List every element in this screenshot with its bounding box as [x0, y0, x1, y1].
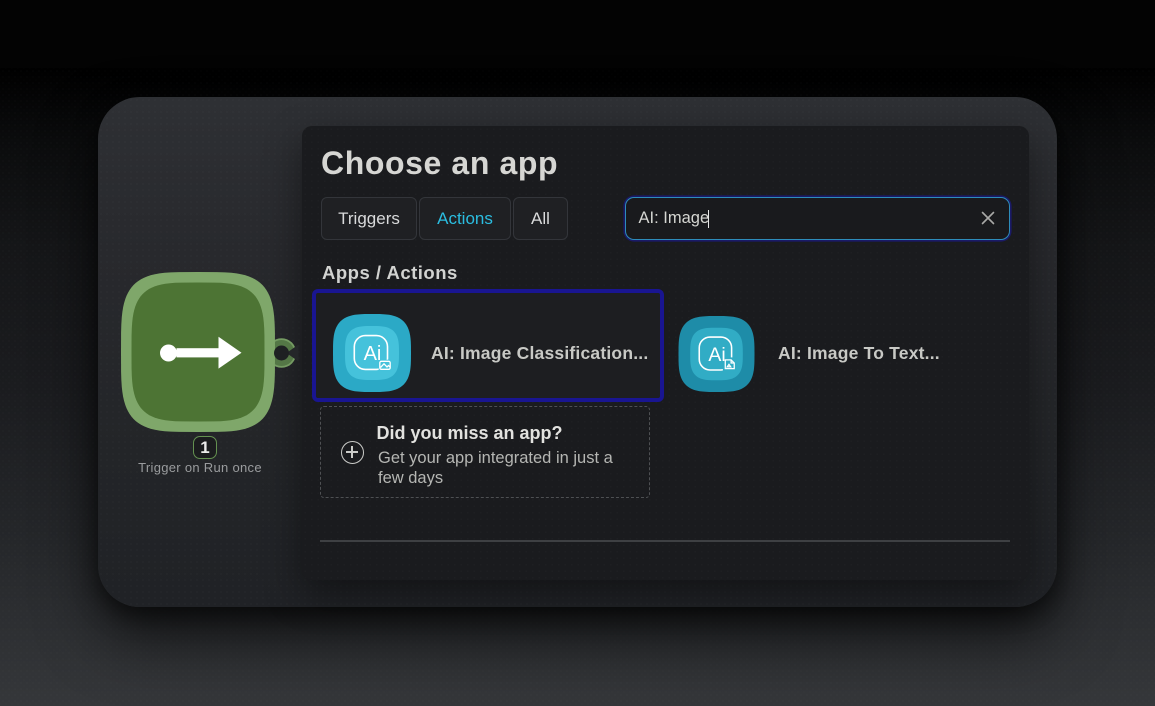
svg-text:Ai: Ai [364, 343, 382, 365]
svg-text:Ai: Ai [708, 344, 725, 366]
